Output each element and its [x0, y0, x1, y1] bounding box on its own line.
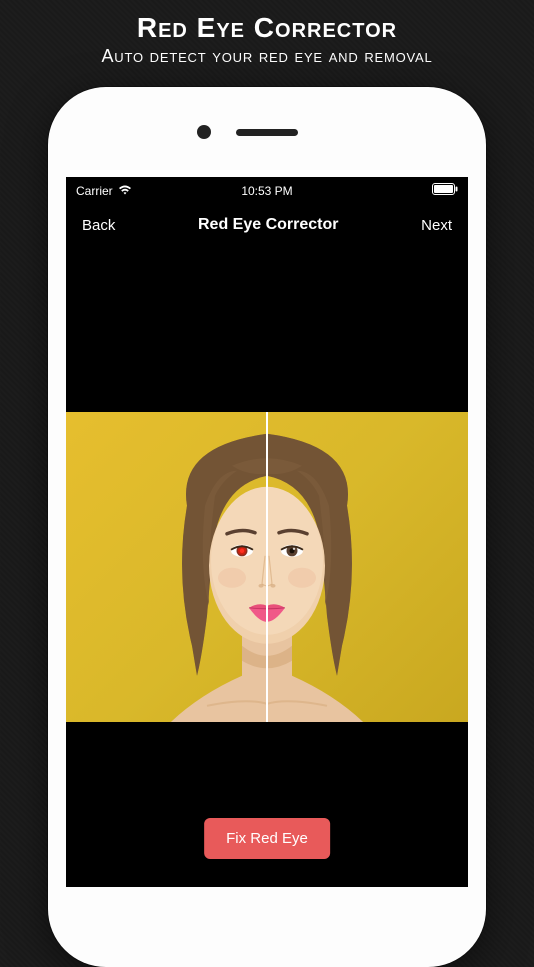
promo-header: Red Eye Corrector Auto detect your red e… [0, 0, 534, 75]
compare-divider[interactable] [266, 412, 268, 722]
photo-container [66, 412, 468, 722]
back-button[interactable]: Back [82, 217, 115, 234]
next-button[interactable]: Next [421, 217, 452, 234]
status-bar: Carrier 10:53 PM [66, 177, 468, 202]
image-compare-area[interactable] [66, 322, 468, 812]
promo-title: Red Eye Corrector [10, 12, 524, 44]
battery-icon [432, 183, 458, 198]
nav-bar: Back Red Eye Corrector Next [66, 202, 468, 252]
status-time: 10:53 PM [241, 184, 292, 198]
app-screen: Carrier 10:53 PM Back Red Eye Corrector … [66, 177, 468, 887]
promo-subtitle: Auto detect your red eye and removal [10, 46, 524, 67]
phone-camera-dot [197, 125, 211, 139]
status-right [432, 183, 458, 198]
wifi-icon [118, 184, 132, 198]
screen-title: Red Eye Corrector [198, 216, 339, 234]
carrier-label: Carrier [76, 184, 113, 198]
status-left: Carrier [76, 184, 132, 198]
phone-speaker [236, 129, 298, 136]
fix-red-eye-button[interactable]: Fix Red Eye [204, 818, 330, 859]
phone-frame: Carrier 10:53 PM Back Red Eye Corrector … [48, 87, 486, 967]
